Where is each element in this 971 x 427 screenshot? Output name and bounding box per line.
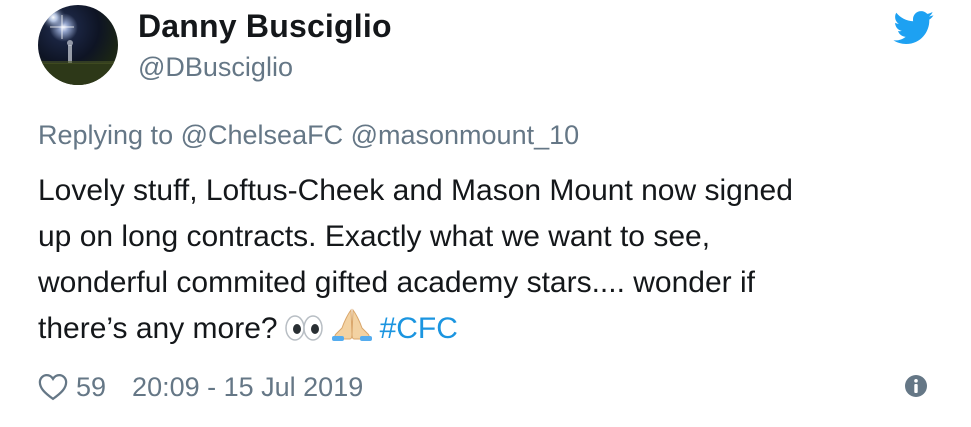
- tweet-text-line: Lovely stuff, Loftus-Cheek and Mason Mou…: [38, 174, 793, 207]
- display-name[interactable]: Danny Busciglio: [138, 8, 392, 45]
- folded-hands-emoji: [330, 306, 374, 356]
- tweet-footer: 59 20:09 - 15 Jul 2019: [38, 370, 363, 404]
- tweet-card: Danny Busciglio @DBusciglio Replying to …: [0, 0, 971, 427]
- tweet-text-line: up on long contracts. Exactly what we wa…: [38, 220, 711, 253]
- tweet-text-last-line: there’s any more? #CFC: [38, 306, 938, 356]
- reply-prefix: Replying to: [38, 120, 174, 150]
- tweet-text: Lovely stuff, Loftus-Cheek and Mason Mou…: [38, 168, 938, 356]
- mention-chelseafc[interactable]: @ChelseaFC: [181, 120, 343, 150]
- info-icon[interactable]: [904, 374, 928, 398]
- mention-masonmount[interactable]: @masonmount_10: [351, 120, 580, 150]
- tweet-text-line: wonderful commited gifted academy stars.…: [38, 266, 755, 299]
- avatar-photo: [38, 5, 118, 85]
- reply-context: Replying to @ChelseaFC @masonmount_10: [38, 120, 579, 151]
- twitter-bird-icon[interactable]: [893, 11, 935, 45]
- avatar[interactable]: [38, 5, 118, 85]
- tweet-text-line: there’s any more?: [38, 312, 278, 345]
- hashtag-link[interactable]: #CFC: [380, 312, 458, 345]
- heart-icon[interactable]: [38, 373, 68, 401]
- timestamp[interactable]: 20:09 - 15 Jul 2019: [132, 372, 363, 403]
- eyes-emoji: [284, 310, 324, 356]
- like-count[interactable]: 59: [76, 372, 106, 403]
- user-handle[interactable]: @DBusciglio: [138, 52, 293, 83]
